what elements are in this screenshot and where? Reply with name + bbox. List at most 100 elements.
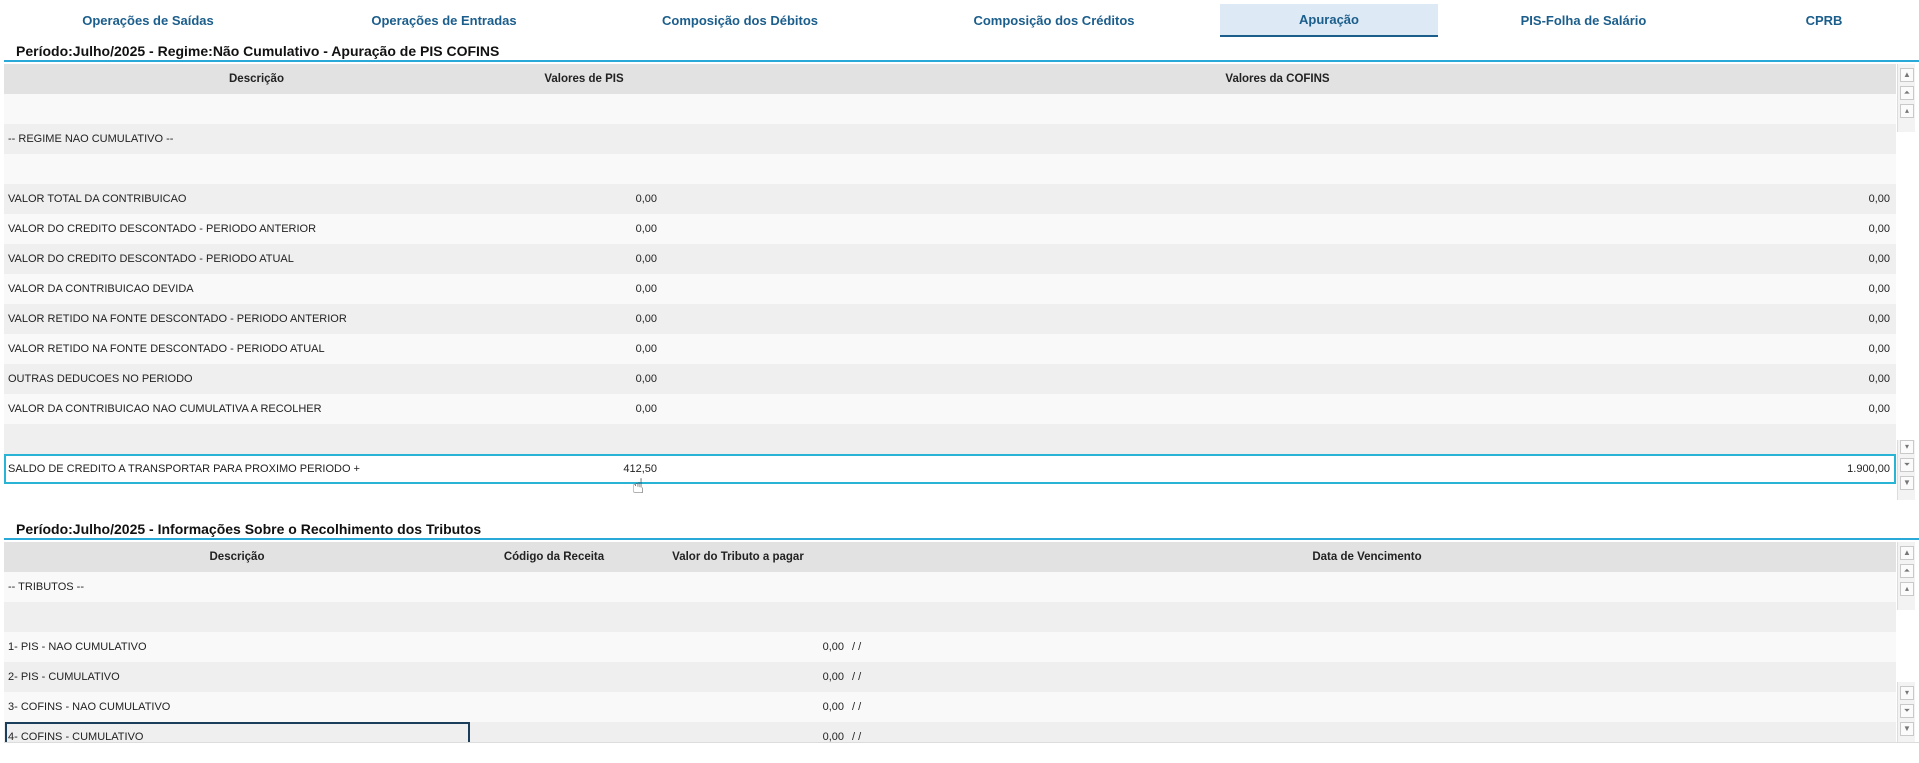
cell-valor-pis: 0,00 — [635, 253, 657, 265]
col-valores-cofins[interactable]: Valores da COFINS — [659, 64, 1896, 94]
table-row[interactable] — [4, 154, 1896, 184]
cell-valor-cofins: 0,00 — [1868, 283, 1890, 295]
cell-descricao: 2- PIS - CUMULATIVO — [8, 671, 120, 683]
col-valores-pis[interactable]: Valores de PIS — [509, 64, 659, 94]
cell-valor-pis: 0,00 — [635, 343, 657, 355]
apuracao-title: Período:Julho/2025 - Regime:Não Cumulati… — [4, 40, 1919, 62]
scroll-down-icon[interactable]: ▾ — [1900, 686, 1914, 700]
scroll-first-icon[interactable]: ▲ — [1900, 546, 1914, 560]
cell-data-vencimento: / / — [852, 731, 862, 742]
cell-descricao: VALOR DO CREDITO DESCONTADO - PERIODO AT… — [8, 253, 294, 265]
tab-pis-folha-salario[interactable]: PIS-Folha de Salário — [1438, 4, 1729, 37]
cell-descricao: VALOR RETIDO NA FONTE DESCONTADO - PERIO… — [8, 343, 325, 355]
apuracao-panel: Período:Julho/2025 - Regime:Não Cumulati… — [4, 40, 1919, 500]
scroll-last-icon[interactable]: ▼ — [1900, 476, 1914, 490]
tab-cprb[interactable]: CPRB — [1729, 4, 1919, 37]
recolhimento-scrollbar-top[interactable]: ▲ ⏶ ▴ — [1897, 542, 1915, 610]
table-row[interactable]: 1- PIS - NAO CUMULATIVO 0,00 / / — [4, 632, 1896, 662]
cell-valor-tributo: 0,00 — [822, 731, 844, 742]
table-row[interactable]: VALOR DO CREDITO DESCONTADO - PERIODO AN… — [4, 214, 1896, 244]
focused-cell-outline — [5, 722, 470, 742]
table-row[interactable]: 4- COFINS - CUMULATIVO 0,00/ / — [4, 722, 1896, 742]
cell-valor-cofins: 0,00 — [1868, 253, 1890, 265]
scroll-page-up-icon[interactable]: ⏶ — [1900, 564, 1914, 578]
cell-valor-tributo: 0,00 — [822, 701, 844, 713]
cell-data-vencimento: / / — [852, 701, 862, 713]
cell-descricao: 3- COFINS - NAO CUMULATIVO — [8, 701, 171, 713]
apuracao-rows: -- REGIME NAO CUMULATIVO -- VALOR TOTAL D… — [4, 94, 1896, 484]
table-row[interactable]: VALOR DA CONTRIBUICAO DEVIDA 0,00 0,00 — [4, 274, 1896, 304]
apuracao-scrollbar-bottom[interactable]: ▾ ⏷ ▼ — [1897, 440, 1915, 500]
table-row[interactable]: VALOR TOTAL DA CONTRIBUICAO 0,00 0,00 — [4, 184, 1896, 214]
cell-valor-pis: 0,00 — [635, 403, 657, 415]
tab-apuracao[interactable]: Apuração — [1220, 4, 1438, 37]
table-row[interactable]: SALDO DE CREDITO A TRANSPORTAR PARA PROX… — [4, 454, 1896, 484]
table-row[interactable]: 3- COFINS - NAO CUMULATIVO 0,00 / / — [4, 692, 1896, 722]
recolhimento-grid[interactable]: Descrição Código da Receita Valor do Tri… — [4, 542, 1896, 742]
tab-operacoes-entradas[interactable]: Operações de Entradas — [296, 4, 592, 37]
cell-descricao: VALOR DA CONTRIBUICAO DEVIDA — [8, 283, 194, 295]
scroll-down-icon[interactable]: ▾ — [1900, 440, 1914, 454]
cell-valor-cofins: 0,00 — [1868, 373, 1890, 385]
col-valor-tributo[interactable]: Valor do Tributo a pagar — [638, 542, 838, 572]
cell-valor-cofins: 0,00 — [1868, 193, 1890, 205]
cell-valor-pis: 0,00 — [635, 223, 657, 235]
cell-descricao: VALOR DA CONTRIBUICAO NAO CUMULATIVA A R… — [8, 403, 322, 415]
col-descricao[interactable]: Descrição — [4, 64, 509, 94]
cell-descricao: SALDO DE CREDITO A TRANSPORTAR PARA PROX… — [8, 463, 360, 475]
recolhimento-scrollbar-bottom[interactable]: ▾ ⏷ ▼ — [1897, 682, 1915, 742]
col-codigo-receita[interactable]: Código da Receita — [470, 542, 638, 572]
table-row[interactable]: 2- PIS - CUMULATIVO 0,00 / / — [4, 662, 1896, 692]
cell-valor-cofins: 0,00 — [1868, 343, 1890, 355]
cell-valor-tributo: 0,00 — [822, 641, 844, 653]
cell-valor-cofins: 0,00 — [1868, 223, 1890, 235]
apuracao-grid[interactable]: Descrição Valores de PIS Valores da COFI… — [4, 64, 1896, 500]
cell-valor-pis: 0,00 — [635, 193, 657, 205]
cell-descricao: VALOR DO CREDITO DESCONTADO - PERIODO AN… — [8, 223, 317, 235]
table-row[interactable]: VALOR DA CONTRIBUICAO NAO CUMULATIVA A R… — [4, 394, 1896, 424]
table-row[interactable]: -- TRIBUTOS -- — [4, 572, 1896, 602]
table-row[interactable]: VALOR RETIDO NA FONTE DESCONTADO - PERIO… — [4, 334, 1896, 364]
apuracao-grid-header: Descrição Valores de PIS Valores da COFI… — [4, 64, 1896, 94]
cell-valor-cofins: 0,00 — [1868, 403, 1890, 415]
table-row[interactable]: VALOR RETIDO NA FONTE DESCONTADO - PERIO… — [4, 304, 1896, 334]
apuracao-scrollbar-top[interactable]: ▲ ⏶ ▴ — [1897, 64, 1915, 132]
cell-descricao: -- TRIBUTOS -- — [8, 581, 84, 593]
col-descricao[interactable]: Descrição — [4, 542, 470, 572]
table-row[interactable]: VALOR DO CREDITO DESCONTADO - PERIODO AT… — [4, 244, 1896, 274]
scroll-up-icon[interactable]: ▴ — [1900, 104, 1914, 118]
cell-descricao: VALOR TOTAL DA CONTRIBUICAO — [8, 193, 187, 205]
recolhimento-title: Período:Julho/2025 - Informações Sobre o… — [4, 518, 1919, 540]
scroll-last-icon[interactable]: ▼ — [1900, 722, 1914, 736]
scroll-first-icon[interactable]: ▲ — [1900, 68, 1914, 82]
scroll-page-down-icon[interactable]: ⏷ — [1900, 458, 1914, 472]
recolhimento-panel: Período:Julho/2025 - Informações Sobre o… — [4, 518, 1919, 742]
cell-valor-pis: 0,00 — [635, 313, 657, 325]
tab-operacoes-saidas[interactable]: Operações de Saídas — [0, 4, 296, 37]
table-row[interactable]: -- REGIME NAO CUMULATIVO -- — [4, 124, 1896, 154]
cell-descricao: 1- PIS - NAO CUMULATIVO — [8, 641, 147, 653]
table-row[interactable] — [4, 94, 1896, 124]
bottom-divider — [4, 742, 1919, 743]
recolhimento-grid-header: Descrição Código da Receita Valor do Tri… — [4, 542, 1896, 572]
hand-pointer-icon: ☝ — [632, 476, 645, 498]
cell-valor-cofins: 1.900,00 — [1847, 463, 1890, 475]
cell-descricao: -- REGIME NAO CUMULATIVO -- — [8, 133, 174, 145]
cell-valor-tributo: 0,00 — [822, 671, 844, 683]
cell-descricao: VALOR RETIDO NA FONTE DESCONTADO - PERIO… — [8, 313, 347, 325]
recolhimento-rows: -- TRIBUTOS -- 1- PIS - NAO CUMULATIVO 0,0… — [4, 572, 1896, 742]
scroll-page-down-icon[interactable]: ⏷ — [1900, 704, 1914, 718]
tab-bar: Operações de Saídas Operações de Entrada… — [0, 4, 1919, 37]
scroll-page-up-icon[interactable]: ⏶ — [1900, 86, 1914, 100]
scroll-up-icon[interactable]: ▴ — [1900, 582, 1914, 596]
table-row[interactable] — [4, 424, 1896, 454]
tab-composicao-creditos[interactable]: Composição dos Créditos — [888, 4, 1220, 37]
cell-valor-cofins: 0,00 — [1868, 313, 1890, 325]
col-data-vencimento[interactable]: Data de Vencimento — [838, 542, 1896, 572]
table-row[interactable]: OUTRAS DEDUCOES NO PERIODO 0,00 0,00 — [4, 364, 1896, 394]
tab-composicao-debitos[interactable]: Composição dos Débitos — [592, 4, 888, 37]
cell-valor-pis: 0,00 — [635, 283, 657, 295]
cell-descricao: OUTRAS DEDUCOES NO PERIODO — [8, 373, 193, 385]
cell-valor-pis: 0,00 — [635, 373, 657, 385]
table-row[interactable] — [4, 602, 1896, 632]
